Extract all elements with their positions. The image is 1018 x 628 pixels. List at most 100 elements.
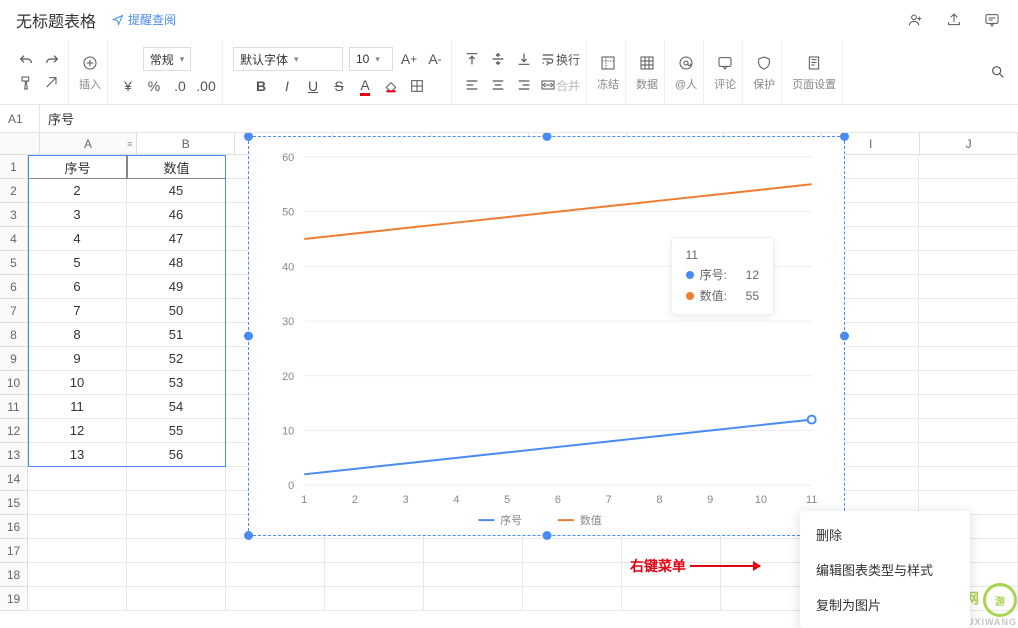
font-select[interactable]: 默认字体▾: [233, 47, 343, 71]
fill-color-button[interactable]: [381, 75, 401, 97]
cell[interactable]: 45: [127, 179, 226, 203]
valign-top-icon[interactable]: [462, 48, 482, 70]
row-header[interactable]: 6: [0, 275, 28, 299]
strike-button[interactable]: S: [329, 75, 349, 97]
row-header[interactable]: 5: [0, 251, 28, 275]
font-inc-icon[interactable]: A+: [399, 48, 419, 70]
cell[interactable]: 48: [127, 251, 226, 275]
active-cell-value[interactable]: 序号: [40, 105, 1018, 132]
cell[interactable]: 5: [28, 251, 127, 275]
cell[interactable]: 50: [127, 299, 226, 323]
row-header[interactable]: 15: [0, 491, 28, 515]
cell[interactable]: 7: [28, 299, 127, 323]
cell[interactable]: 数值: [127, 155, 226, 179]
cell[interactable]: 6: [28, 275, 127, 299]
row-header[interactable]: 14: [0, 467, 28, 491]
undo-icon[interactable]: [16, 50, 36, 72]
cell[interactable]: [127, 515, 226, 539]
menu-copy-image[interactable]: 复制为图片: [800, 587, 970, 622]
number-format-select[interactable]: 常规▾: [143, 47, 192, 71]
border-button[interactable]: [407, 75, 427, 97]
cell[interactable]: [919, 251, 1018, 275]
menu-delete[interactable]: 删除: [800, 517, 970, 552]
add-user-icon[interactable]: [906, 9, 926, 31]
col-header-j[interactable]: J: [920, 133, 1018, 154]
row-header[interactable]: 8: [0, 323, 28, 347]
protect-button[interactable]: [754, 52, 774, 74]
cell[interactable]: [325, 539, 424, 563]
row-header[interactable]: 13: [0, 443, 28, 467]
cell[interactable]: [523, 563, 622, 587]
cell[interactable]: 52: [127, 347, 226, 371]
row-header[interactable]: 19: [0, 587, 28, 611]
underline-button[interactable]: U: [303, 75, 323, 97]
cell[interactable]: 3: [28, 203, 127, 227]
cell[interactable]: [28, 587, 127, 611]
valign-mid-icon[interactable]: [488, 48, 508, 70]
row-header[interactable]: 16: [0, 515, 28, 539]
cell[interactable]: 8: [28, 323, 127, 347]
cell[interactable]: 47: [127, 227, 226, 251]
row-header[interactable]: 2: [0, 179, 28, 203]
cell[interactable]: [919, 299, 1018, 323]
cell[interactable]: 56: [127, 443, 226, 467]
remind-button[interactable]: 提醒查阅: [112, 11, 176, 28]
italic-button[interactable]: I: [277, 75, 297, 97]
cell[interactable]: [919, 227, 1018, 251]
cell[interactable]: [127, 587, 226, 611]
percent-icon[interactable]: %: [144, 75, 164, 97]
decimal-dec-icon[interactable]: .0: [170, 75, 190, 97]
cell[interactable]: 46: [127, 203, 226, 227]
cell[interactable]: [919, 443, 1018, 467]
cell[interactable]: 9: [28, 347, 127, 371]
cell[interactable]: 4: [28, 227, 127, 251]
cell[interactable]: [28, 467, 127, 491]
cell[interactable]: 2: [28, 179, 127, 203]
cell[interactable]: [28, 539, 127, 563]
cell[interactable]: [325, 563, 424, 587]
row-header[interactable]: 17: [0, 539, 28, 563]
comment-button[interactable]: [715, 52, 735, 74]
cell[interactable]: [919, 179, 1018, 203]
insert-button[interactable]: [80, 52, 100, 74]
cell[interactable]: [523, 587, 622, 611]
cell[interactable]: 49: [127, 275, 226, 299]
font-color-button[interactable]: A: [355, 75, 375, 97]
cell[interactable]: 10: [28, 371, 127, 395]
active-cell-name[interactable]: A1: [0, 105, 40, 132]
resize-handle-e[interactable]: [840, 332, 849, 341]
row-header[interactable]: 10: [0, 371, 28, 395]
cell[interactable]: 序号: [28, 155, 127, 179]
cell[interactable]: [226, 563, 325, 587]
search-icon[interactable]: [988, 61, 1008, 83]
cell[interactable]: 11: [28, 395, 127, 419]
cell[interactable]: 13: [28, 443, 127, 467]
row-header[interactable]: 3: [0, 203, 28, 227]
cell[interactable]: [919, 419, 1018, 443]
cell[interactable]: [919, 275, 1018, 299]
col-header-b[interactable]: B: [137, 133, 235, 154]
col-header-a[interactable]: A≡: [40, 133, 138, 154]
cell[interactable]: 51: [127, 323, 226, 347]
cell[interactable]: [28, 515, 127, 539]
redo-icon[interactable]: [42, 50, 62, 72]
decimal-inc-icon[interactable]: .00: [196, 75, 216, 97]
cell[interactable]: [127, 539, 226, 563]
row-header[interactable]: 11: [0, 395, 28, 419]
cell[interactable]: [127, 491, 226, 515]
cell[interactable]: [127, 563, 226, 587]
row-header[interactable]: 18: [0, 563, 28, 587]
clear-format-icon[interactable]: [42, 72, 62, 94]
resize-handle-sw[interactable]: [244, 531, 253, 540]
cell[interactable]: [919, 347, 1018, 371]
cell[interactable]: [424, 539, 523, 563]
resize-handle-w[interactable]: [244, 332, 253, 341]
cell[interactable]: [28, 491, 127, 515]
menu-edit-chart[interactable]: 编辑图表类型与样式: [800, 552, 970, 587]
align-right-icon[interactable]: [514, 74, 534, 96]
cell[interactable]: 55: [127, 419, 226, 443]
merge-button[interactable]: 合并: [540, 74, 580, 96]
cell[interactable]: [919, 323, 1018, 347]
wrap-button[interactable]: 换行: [540, 48, 580, 70]
page-setup-button[interactable]: [804, 52, 824, 74]
